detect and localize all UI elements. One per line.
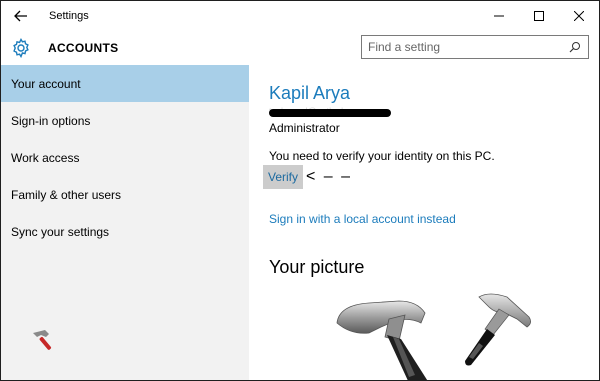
sidebar-item-your-account[interactable]: Your account	[1, 65, 249, 102]
verify-button[interactable]: Verify	[263, 165, 303, 189]
title-bar: Settings	[1, 1, 599, 30]
search-input[interactable]	[368, 37, 566, 57]
email-redaction-bar	[269, 109, 391, 117]
window-controls	[479, 1, 599, 30]
window-title: Settings	[49, 9, 89, 22]
maximize-icon	[534, 10, 544, 21]
minimize-icon	[494, 15, 504, 16]
settings-header: ACCOUNTS	[1, 30, 599, 65]
search-icon[interactable]	[566, 37, 584, 57]
sidebar-item-label: Sync your settings	[11, 224, 110, 239]
sidebar-item-label: Family & other users	[11, 187, 122, 202]
back-button[interactable]	[1, 1, 41, 30]
picture-heading: Your picture	[269, 257, 365, 277]
minimize-button[interactable]	[479, 1, 519, 30]
sidebar-item-label: Work access	[11, 150, 80, 165]
account-panel: Kapil Arya techenvel@outlook.com Adminis…	[249, 65, 599, 380]
sidebar-item-label: Your account	[11, 76, 81, 91]
verify-message: You need to verify your identity on this…	[269, 149, 495, 163]
hammer-small-image	[465, 293, 531, 366]
section-title: ACCOUNTS	[48, 40, 119, 55]
local-account-link[interactable]: Sign in with a local account instead	[269, 212, 456, 226]
gear-icon	[10, 37, 32, 59]
close-button[interactable]	[559, 1, 599, 30]
user-name: Kapil Arya	[269, 83, 351, 103]
sidebar-item-label: Sign-in options	[11, 113, 91, 128]
back-arrow-icon	[14, 10, 27, 21]
sidebar: Your account Sign-in options Work access…	[1, 65, 249, 380]
hammer-large-image	[336, 300, 428, 380]
close-icon	[574, 10, 584, 21]
settings-window: Settings ACCOUNTS Find a setting Your ac…	[0, 0, 600, 381]
maximize-button[interactable]	[519, 1, 559, 30]
sidebar-item-sync-settings[interactable]: Sync your settings	[1, 213, 249, 250]
sidebar-item-work-access[interactable]: Work access	[1, 139, 249, 176]
annotation-arrow: < – –	[306, 168, 353, 185]
sidebar-item-sign-in-options[interactable]: Sign-in options	[1, 102, 249, 139]
hammer-logo-icon	[33, 330, 52, 350]
search-box[interactable]	[361, 35, 589, 59]
sidebar-item-family-other-users[interactable]: Family & other users	[1, 176, 249, 213]
user-role: Administrator	[269, 121, 340, 135]
